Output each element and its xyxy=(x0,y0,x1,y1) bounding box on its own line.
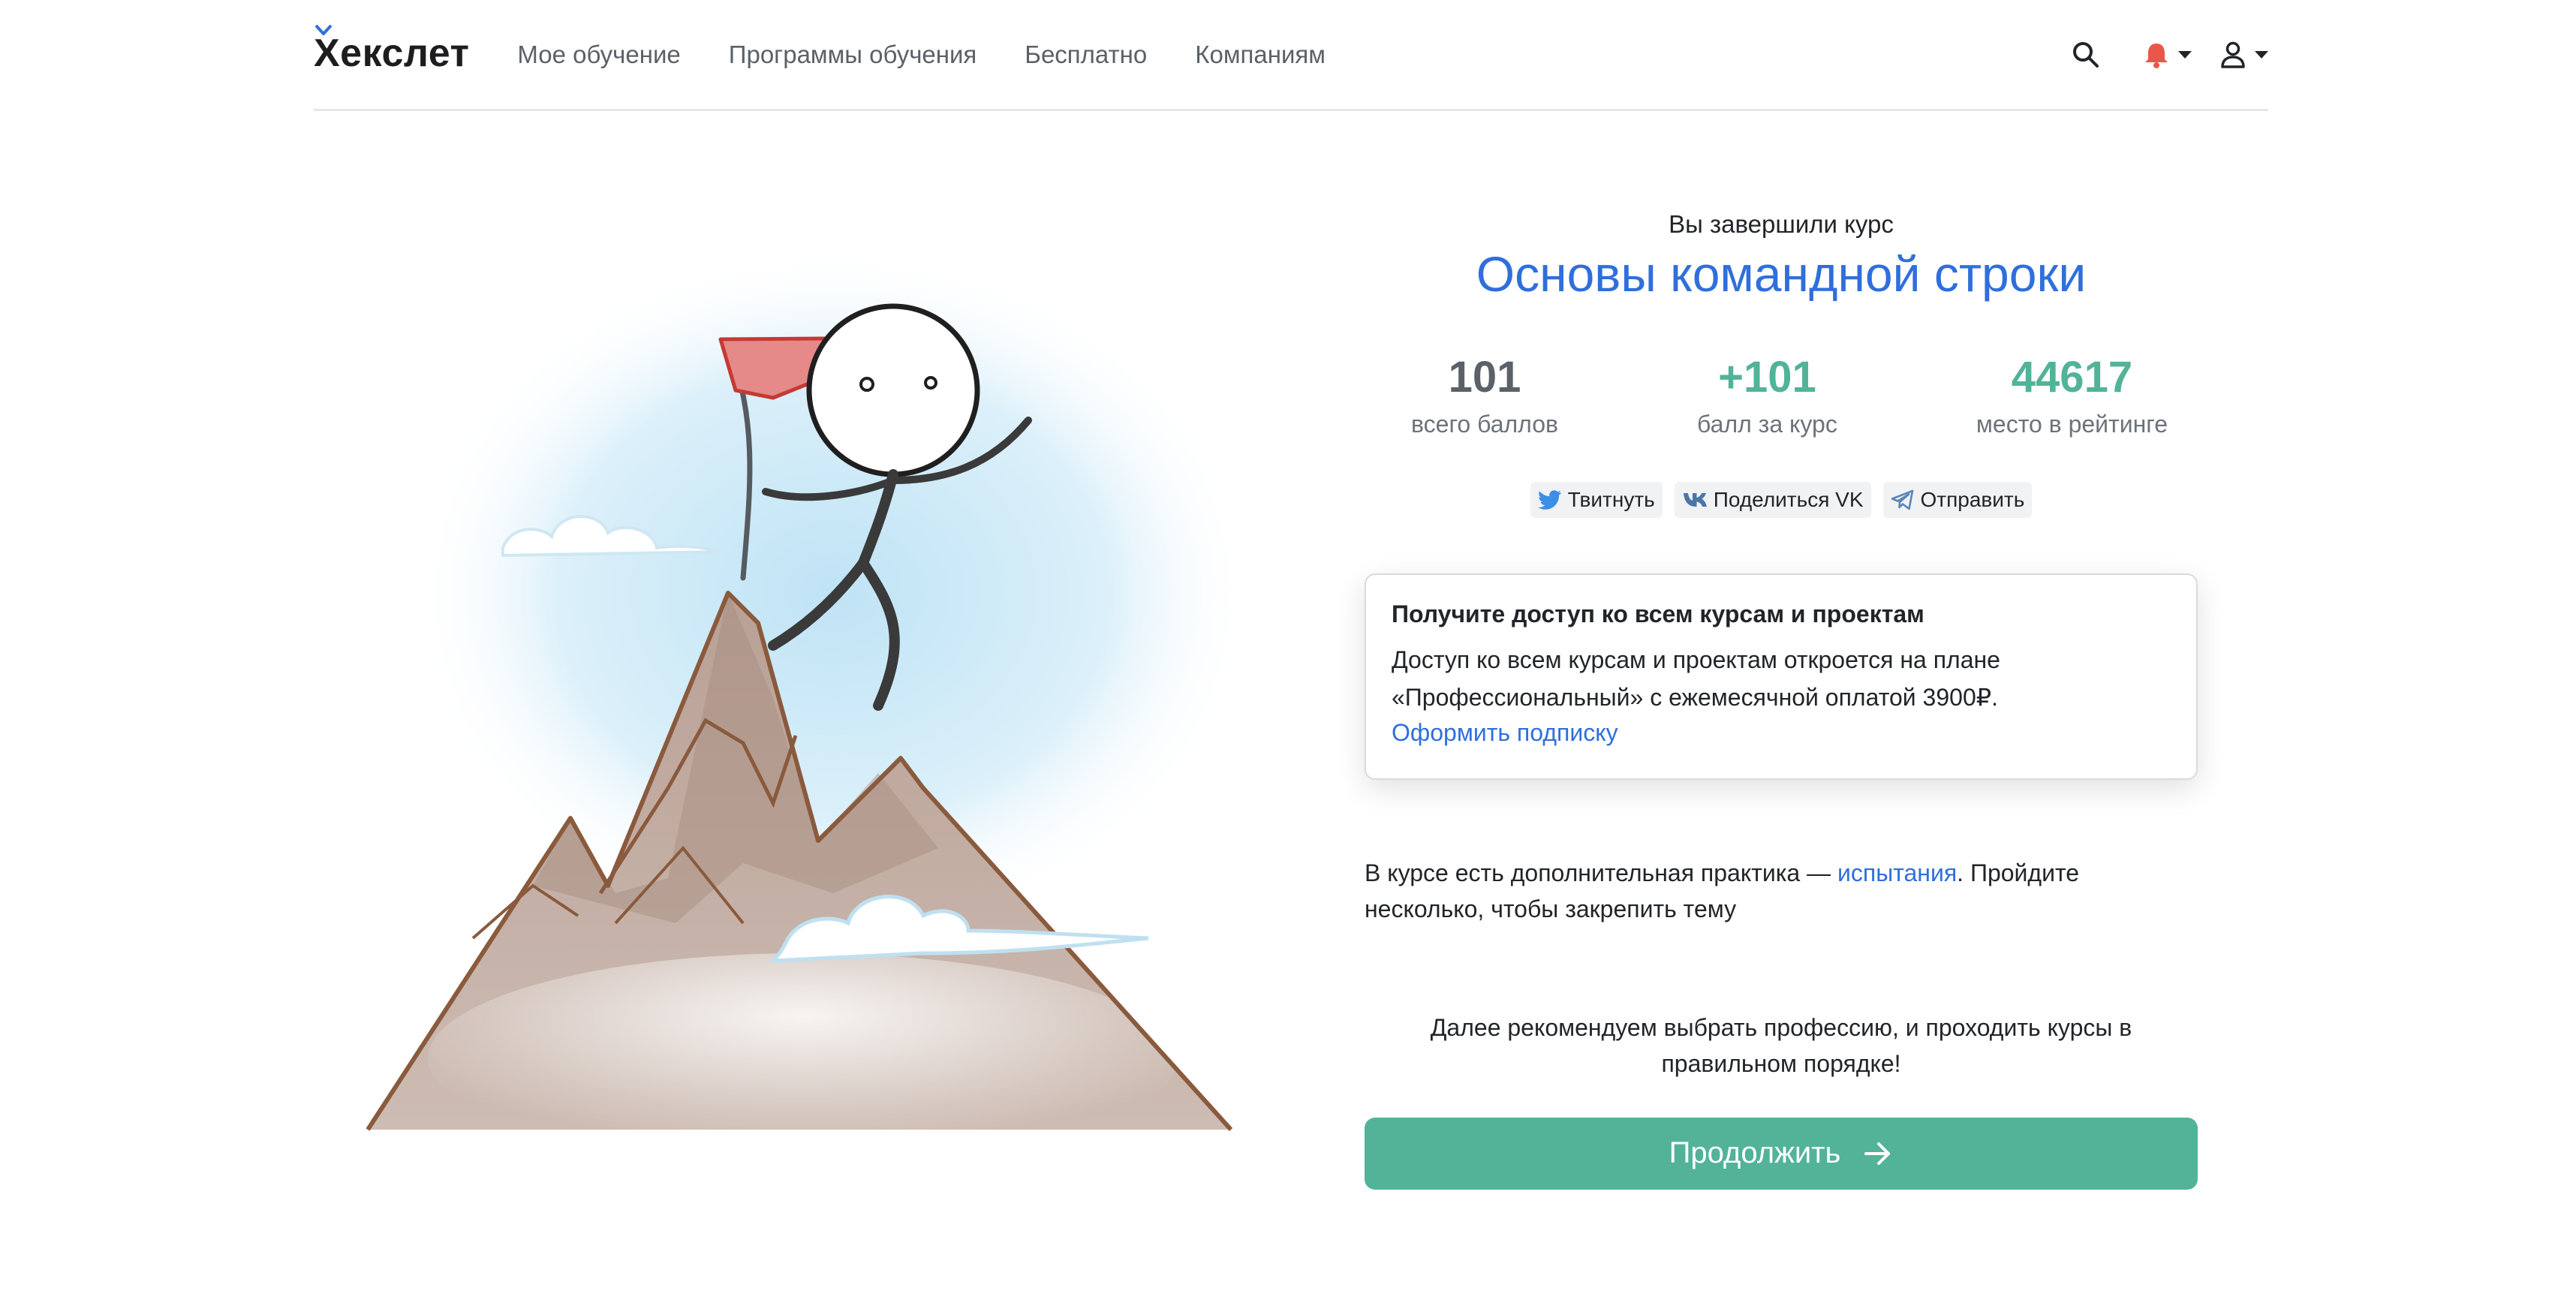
top-navbar: Хекслет Мое обучение Программы обучения … xyxy=(314,0,2268,111)
stat-value: 101 xyxy=(1448,353,1521,402)
share-vk-label: Поделиться VK xyxy=(1713,487,1864,511)
user-icon xyxy=(2221,41,2245,68)
stat-label: всего баллов xyxy=(1411,410,1558,438)
practice-note: В курсе есть дополнительная практика — и… xyxy=(1365,855,2198,927)
mountain-climber-image xyxy=(366,248,1253,1163)
share-vk-button[interactable]: Поделиться VK xyxy=(1674,481,1871,518)
nav-item-free[interactable]: Бесплатно xyxy=(1025,42,1147,67)
completed-label: Вы завершили курс xyxy=(1669,210,1894,238)
chevron-down-icon xyxy=(2255,50,2268,59)
course-complete-illustration xyxy=(353,173,1283,1163)
share-twitter-label: Твитнуть xyxy=(1567,487,1655,511)
stat-label: место в рейтинге xyxy=(1976,410,2168,438)
share-telegram-label: Отправить xyxy=(1920,487,2025,511)
chevron-down-icon xyxy=(2178,50,2192,59)
search-button[interactable] xyxy=(2072,41,2100,69)
subscription-title: Получите доступ ко всем курсам и проекта… xyxy=(1392,600,1924,627)
share-buttons: Твитнуть Поделиться VK Отправить xyxy=(1365,481,2198,518)
main-nav: Мое обучение Программы обучения Бесплатн… xyxy=(517,42,1374,67)
nav-item-programs[interactable]: Программы обучения xyxy=(729,42,977,67)
user-menu-dropdown[interactable] xyxy=(2220,41,2268,68)
course-title: Основы командной строки xyxy=(1476,246,2087,302)
stat-rating-place: 44617 место в рейтинге xyxy=(1976,354,2168,438)
header-actions xyxy=(2072,41,2268,69)
stat-value: 44617 xyxy=(2011,353,2133,402)
stats-row: 101 всего баллов +101 балл за курс 44617… xyxy=(1365,354,2198,438)
logo[interactable]: Хекслет xyxy=(314,24,470,76)
share-twitter-button[interactable]: Твитнуть xyxy=(1530,481,1663,518)
continue-button-label: Продолжить xyxy=(1669,1136,1841,1170)
challenges-link[interactable]: испытания xyxy=(1837,859,1957,886)
nav-item-my-learning[interactable]: Мое обучение xyxy=(517,42,680,67)
stat-total-points: 101 всего баллов xyxy=(1411,354,1558,438)
stat-value: +101 xyxy=(1718,353,1816,402)
course-complete-panel: Вы завершили курс Основы командной строк… xyxy=(1365,210,2198,1190)
search-icon xyxy=(2073,41,2099,68)
stat-label: балл за курс xyxy=(1697,410,1837,438)
nav-item-companies[interactable]: Компаниям xyxy=(1195,42,1326,67)
subscription-text: Доступ ко всем курсам и проектам откроет… xyxy=(1392,645,2000,711)
share-telegram-button[interactable]: Отправить xyxy=(1882,481,2033,518)
vk-icon xyxy=(1682,492,1708,508)
practice-text-before: В курсе есть дополнительная практика — xyxy=(1365,859,1837,886)
bell-icon xyxy=(2145,43,2168,68)
logo-text: Хекслет xyxy=(314,31,470,75)
subscribe-link[interactable]: Оформить подписку xyxy=(1392,716,1618,750)
stat-course-points: +101 балл за курс xyxy=(1697,354,1837,438)
twitter-icon xyxy=(1537,490,1562,510)
logo-mark-icon xyxy=(315,24,332,35)
subscription-card: Получите доступ ко всем курсам и проекта… xyxy=(1365,573,2198,780)
recommendation-text: Далее рекомендуем выбрать профессию, и п… xyxy=(1430,1013,2132,1077)
telegram-icon xyxy=(1891,489,1915,510)
continue-button[interactable]: Продолжить xyxy=(1365,1117,2198,1190)
arrow-right-icon xyxy=(1863,1141,1893,1166)
notifications-dropdown[interactable] xyxy=(2144,41,2192,68)
